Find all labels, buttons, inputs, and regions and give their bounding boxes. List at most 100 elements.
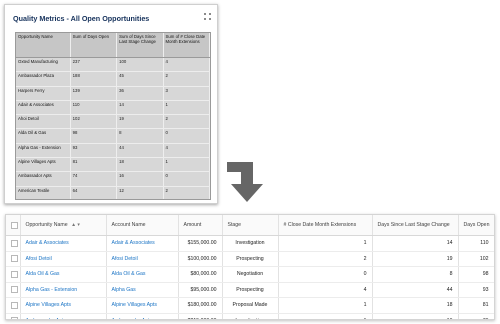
cell-extensions: 0 — [278, 266, 373, 283]
report-cell-value: 4 — [163, 57, 210, 73]
report-title: Quality Metrics - All Open Opportunities — [13, 14, 150, 23]
cell-days-open: 102 — [458, 251, 494, 267]
sort-icon[interactable]: ▲ ▾ — [71, 222, 80, 228]
cell-days-open: 98 — [458, 266, 494, 283]
cell-amount: $215,000.00 — [178, 313, 223, 319]
cell-days-open: 76 — [458, 313, 494, 319]
select-all-checkbox[interactable] — [6, 215, 21, 236]
report-cell-value: 2 — [163, 71, 210, 87]
report-header-cell: Sum of Days Since Last Stage Change — [116, 33, 164, 58]
report-row: Alda Oil & Gas 98 8 0 — [16, 128, 210, 144]
cell-amount: $95,000.00 — [178, 282, 223, 298]
report-cell-value: 98 — [70, 128, 118, 144]
column-header-account[interactable]: Account Name — [106, 215, 179, 236]
cell-stage: Investigation — [222, 235, 279, 252]
report-cell-name: Ahoi Detoil — [16, 114, 71, 130]
arrow-down-right-icon — [223, 158, 269, 204]
row-checkbox[interactable] — [6, 266, 21, 283]
cell-days-open: 93 — [458, 282, 494, 298]
report-cell-name: Ambassador Plaza — [16, 71, 71, 87]
cell-days-open: 110 — [458, 235, 494, 252]
grid-icon[interactable] — [204, 13, 211, 22]
report-cell-value: 102 — [70, 114, 118, 130]
cell-extensions: 1 — [278, 297, 373, 314]
checkbox-icon[interactable] — [11, 286, 18, 294]
cell-days-since: 14 — [372, 235, 459, 252]
cell-account[interactable]: Alpine Villages Apts — [106, 297, 179, 314]
report-cell-value: 237 — [70, 57, 118, 73]
table-row[interactable]: Adair & Associates Adair & Associates $155… — [6, 235, 494, 252]
report-row: Oxted Manufacturing 237 100 4 — [16, 57, 210, 73]
column-header-opportunity[interactable]: Opportunity Name ▲ ▾ — [20, 215, 107, 236]
cell-days-since: 8 — [372, 266, 459, 283]
column-header-days-open[interactable]: Days Open — [458, 215, 494, 236]
report-cell-name: Harpers Ferry — [16, 86, 71, 101]
report-cell-value: 0 — [163, 171, 210, 187]
cell-days-since: 44 — [372, 282, 459, 298]
column-header-amount[interactable]: Amount — [178, 215, 223, 236]
cell-amount: $180,000.00 — [178, 297, 223, 314]
checkbox-icon[interactable] — [11, 317, 18, 319]
cell-opportunity[interactable]: Afosi Detoil — [20, 251, 107, 267]
row-checkbox[interactable] — [6, 251, 21, 267]
checkbox-icon[interactable] — [11, 239, 18, 247]
row-checkbox[interactable] — [6, 313, 21, 319]
column-header-stage[interactable]: Stage — [222, 215, 279, 236]
column-header-days-since[interactable]: Days Since Last Stage Change — [372, 215, 459, 236]
cell-account[interactable]: Alda Oil & Gas — [106, 266, 179, 283]
report-cell-name: Alpine Villages Apts — [16, 157, 71, 173]
opportunity-grid: Opportunity Name ▲ ▾ Account Name Amount… — [5, 214, 495, 320]
cell-account[interactable]: Adair & Associates — [106, 235, 179, 252]
report-cell-value: 44 — [116, 143, 164, 159]
report-cell-value: 81 — [70, 157, 118, 173]
table-row[interactable]: Alpine Villages Apts Alpine Villages Apts… — [6, 297, 494, 314]
cell-stage: Investigation — [222, 313, 279, 319]
cell-opportunity[interactable]: Ambassador Apt — [20, 313, 107, 319]
report-cell-value: 74 — [70, 171, 118, 187]
report-table: Opportunity Name Sum of Days Open Sum of… — [15, 32, 211, 200]
cell-account[interactable]: Alpha Gas — [106, 282, 179, 298]
report-cell-value: 1 — [163, 100, 210, 116]
cell-stage: Proposal Made — [222, 297, 279, 314]
report-cell-value: 188 — [70, 71, 118, 87]
report-header-row: Opportunity Name Sum of Days Open Sum of… — [16, 33, 210, 58]
report-row: Alpha Gas - Extension 93 44 4 — [16, 143, 210, 159]
checkbox-icon[interactable] — [11, 270, 18, 278]
cell-account[interactable]: Afosi Detoil — [106, 251, 179, 267]
report-row: Alpine Villages Apts 81 18 1 — [16, 157, 210, 173]
cell-amount: $155,000.00 — [178, 235, 223, 252]
report-cell-value: 19 — [116, 114, 164, 130]
cell-days-since: 18 — [372, 297, 459, 314]
cell-opportunity[interactable]: Alda Oil & Gas — [20, 266, 107, 283]
report-cell-value: 0 — [163, 128, 210, 144]
report-cell-value: 36 — [116, 86, 164, 101]
report-cell-name: Alda Oil & Gas — [16, 128, 71, 144]
report-header-cell: Sum of # Close Date Month Extensions — [163, 33, 210, 58]
table-row[interactable]: Alda Oil & Gas Alda Oil & Gas $80,000.00 Ne… — [6, 266, 494, 283]
cell-account[interactable]: Ambassador Apt — [106, 313, 179, 319]
checkbox-icon[interactable] — [11, 221, 18, 229]
report-cell-value: 12 — [116, 186, 164, 199]
report-row: Ambassador Plaza 188 45 2 — [16, 71, 210, 87]
report-row: Adair & Associates 110 14 1 — [16, 100, 210, 116]
checkbox-icon[interactable] — [11, 255, 18, 263]
cell-extensions: 4 — [278, 282, 373, 298]
report-cell-value: 18 — [116, 157, 164, 173]
row-checkbox[interactable] — [6, 235, 21, 252]
row-checkbox[interactable] — [6, 297, 21, 314]
report-cell-name: Ambassador Apts — [16, 171, 71, 187]
report-cell-value: 93 — [70, 143, 118, 159]
report-cell-value: 3 — [163, 86, 210, 101]
cell-opportunity[interactable]: Alpha Gas - Extension — [20, 282, 107, 298]
column-header-extensions[interactable]: # Close Date Month Extensions — [278, 215, 373, 236]
table-row[interactable]: Ambassador AptAmbassador Apt$215,000.00I… — [6, 313, 494, 319]
cell-opportunity[interactable]: Adair & Associates — [20, 235, 107, 252]
report-cell-value: 1 — [163, 157, 210, 173]
report-row: Ambassador Apts 74 16 0 — [16, 171, 210, 187]
table-row[interactable]: Alpha Gas - Extension Alpha Gas $95,000.00… — [6, 282, 494, 298]
row-checkbox[interactable] — [6, 282, 21, 298]
checkbox-icon[interactable] — [11, 301, 18, 309]
table-row[interactable]: Afosi Detoil Afosi Detoil $100,000.00 Prosp… — [6, 251, 494, 267]
report-row: Ahoi Detoil 102 19 2 — [16, 114, 210, 130]
cell-opportunity[interactable]: Alpine Villages Apts — [20, 297, 107, 314]
